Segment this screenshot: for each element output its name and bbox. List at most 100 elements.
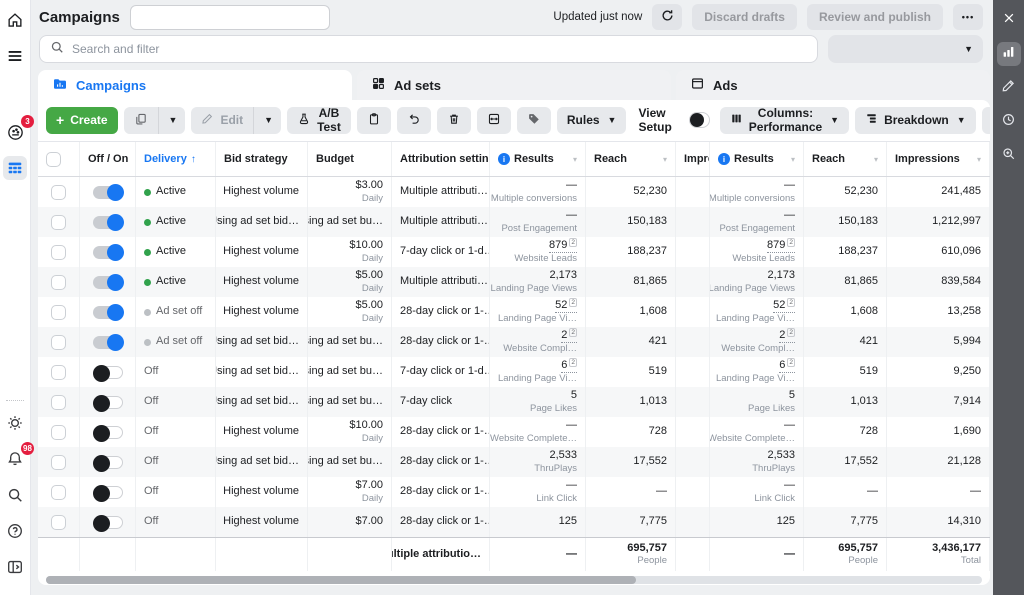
view-setup-toggle[interactable]	[689, 112, 710, 128]
campaign-toggle[interactable]	[93, 456, 123, 469]
export-import-button[interactable]	[477, 107, 511, 134]
campaign-toggle[interactable]	[93, 276, 123, 289]
campaign-toggle[interactable]	[93, 306, 123, 319]
edit-dropdown-button[interactable]: ▼	[254, 107, 281, 134]
tag-button[interactable]	[517, 107, 551, 134]
breakdown-button[interactable]: Breakdown▼	[855, 107, 976, 134]
row-checkbox[interactable]	[51, 215, 66, 230]
cell-results: 125	[490, 507, 586, 537]
duplicate-dropdown-button[interactable]: ▼	[159, 107, 186, 134]
results-value[interactable]: 62	[561, 359, 577, 374]
row-checkbox[interactable]	[51, 395, 66, 410]
performance-charts-button[interactable]	[997, 42, 1021, 66]
horizontal-scrollbar[interactable]	[46, 576, 982, 584]
more-options-button[interactable]: •••	[953, 4, 983, 30]
col-header-budget[interactable]: Budget	[308, 142, 392, 176]
tab-ads[interactable]: Ads	[676, 70, 990, 100]
row-checkbox[interactable]	[51, 245, 66, 260]
col-header-reach2[interactable]: Reach▾	[804, 142, 887, 176]
reports-button[interactable]: Reports▼	[982, 107, 990, 134]
col-header-reach[interactable]: Reach▾	[586, 142, 676, 176]
col-header-attribution[interactable]: Attribution setting	[392, 142, 490, 176]
col-header-onoff[interactable]: Off / On	[80, 142, 136, 176]
row-checkbox[interactable]	[51, 305, 66, 320]
row-checkbox[interactable]	[51, 275, 66, 290]
results-label: Multiple conversions	[491, 193, 577, 205]
ads-window-icon	[690, 76, 705, 94]
results-compare-value[interactable]: 62	[779, 359, 795, 374]
col-header-impressions[interactable]: Impressions▾	[887, 142, 990, 176]
results-compare-value[interactable]: 22	[779, 329, 795, 344]
main-menu-button[interactable]	[3, 44, 27, 68]
campaign-toggle[interactable]	[93, 396, 123, 409]
results-value[interactable]: 22	[561, 329, 577, 344]
review-publish-button[interactable]: Review and publish	[807, 4, 943, 30]
results-value[interactable]: 8792	[549, 239, 577, 254]
campaign-toggle[interactable]	[93, 216, 123, 229]
delivery-status: Ad set off	[144, 335, 207, 349]
results-compare-value[interactable]: 522	[773, 299, 795, 314]
inspect-button[interactable]	[997, 144, 1021, 168]
search-filter-box[interactable]	[39, 35, 818, 63]
campaign-toggle[interactable]	[93, 336, 123, 349]
row-checkbox[interactable]	[51, 365, 66, 380]
campaign-name-filter-input[interactable]	[130, 5, 330, 30]
clipboard-button[interactable]	[357, 107, 391, 134]
col-header-results[interactable]: iResults▾	[490, 142, 586, 176]
chevron-down-icon[interactable]: ▾	[977, 155, 981, 164]
row-checkbox[interactable]	[51, 485, 66, 500]
campaign-toggle[interactable]	[93, 426, 123, 439]
bid-strategy-value: Highest volume	[223, 275, 299, 289]
cell-reach-compare: 1,608	[804, 297, 887, 327]
duplicate-button[interactable]	[124, 107, 159, 134]
row-checkbox[interactable]	[51, 335, 66, 350]
col-header-bid[interactable]: Bid strategy	[216, 142, 308, 176]
ab-test-button[interactable]: A/B Test	[287, 107, 351, 134]
discard-drafts-button[interactable]: Discard drafts	[692, 4, 797, 30]
rail-search-button[interactable]	[3, 483, 27, 507]
notifications-button[interactable]: 98	[3, 447, 27, 471]
columns-button[interactable]: Columns: Performance▼	[720, 107, 849, 134]
row-checkbox[interactable]	[51, 185, 66, 200]
chevron-down-icon[interactable]: ▾	[573, 155, 577, 164]
search-input[interactable]	[72, 42, 807, 56]
campaign-toggle[interactable]	[93, 486, 123, 499]
campaign-toggle[interactable]	[93, 246, 123, 259]
campaign-toggle[interactable]	[93, 366, 123, 379]
row-checkbox[interactable]	[51, 515, 66, 530]
campaign-toggle[interactable]	[93, 186, 123, 199]
settings-button[interactable]	[3, 411, 27, 435]
ad-account-button[interactable]: 3	[3, 120, 27, 144]
tab-campaigns[interactable]: Campaigns	[38, 70, 352, 100]
col-header-delivery[interactable]: Delivery↑	[136, 142, 216, 176]
history-button[interactable]	[997, 110, 1021, 134]
campaigns-table-nav-button[interactable]	[3, 156, 27, 180]
row-checkbox[interactable]	[51, 455, 66, 470]
refresh-button[interactable]	[652, 4, 682, 30]
home-button[interactable]	[3, 8, 27, 32]
results-value[interactable]: 522	[555, 299, 577, 314]
chevron-down-icon[interactable]: ▾	[663, 155, 667, 164]
scrollbar-thumb[interactable]	[46, 576, 636, 584]
undo-button[interactable]	[397, 107, 431, 134]
rules-button[interactable]: Rules▼	[557, 107, 627, 134]
edit-panel-button[interactable]	[997, 76, 1021, 100]
search-row: ▼	[31, 34, 993, 64]
row-checkbox[interactable]	[51, 425, 66, 440]
select-all-checkbox[interactable]	[46, 152, 61, 167]
tab-ad-sets[interactable]: Ad sets	[357, 70, 671, 100]
chevron-down-icon[interactable]: ▾	[791, 155, 795, 164]
close-panel-button[interactable]	[997, 8, 1021, 32]
col-header-results2[interactable]: iResults▾	[710, 142, 804, 176]
date-range-selector[interactable]: ▼	[828, 35, 983, 63]
delete-button[interactable]	[437, 107, 471, 134]
create-button[interactable]: +Create	[46, 107, 118, 134]
cell-results-compare: 62Landing Page Vi…	[710, 357, 804, 387]
campaign-toggle[interactable]	[93, 516, 123, 529]
results-compare-value[interactable]: 8792	[767, 239, 795, 254]
chevron-down-icon[interactable]: ▾	[874, 155, 878, 164]
col-header-impre: Impre	[676, 142, 710, 176]
collapse-sidebar-button[interactable]	[3, 555, 27, 579]
help-button[interactable]	[3, 519, 27, 543]
edit-button[interactable]: Edit	[191, 107, 254, 134]
